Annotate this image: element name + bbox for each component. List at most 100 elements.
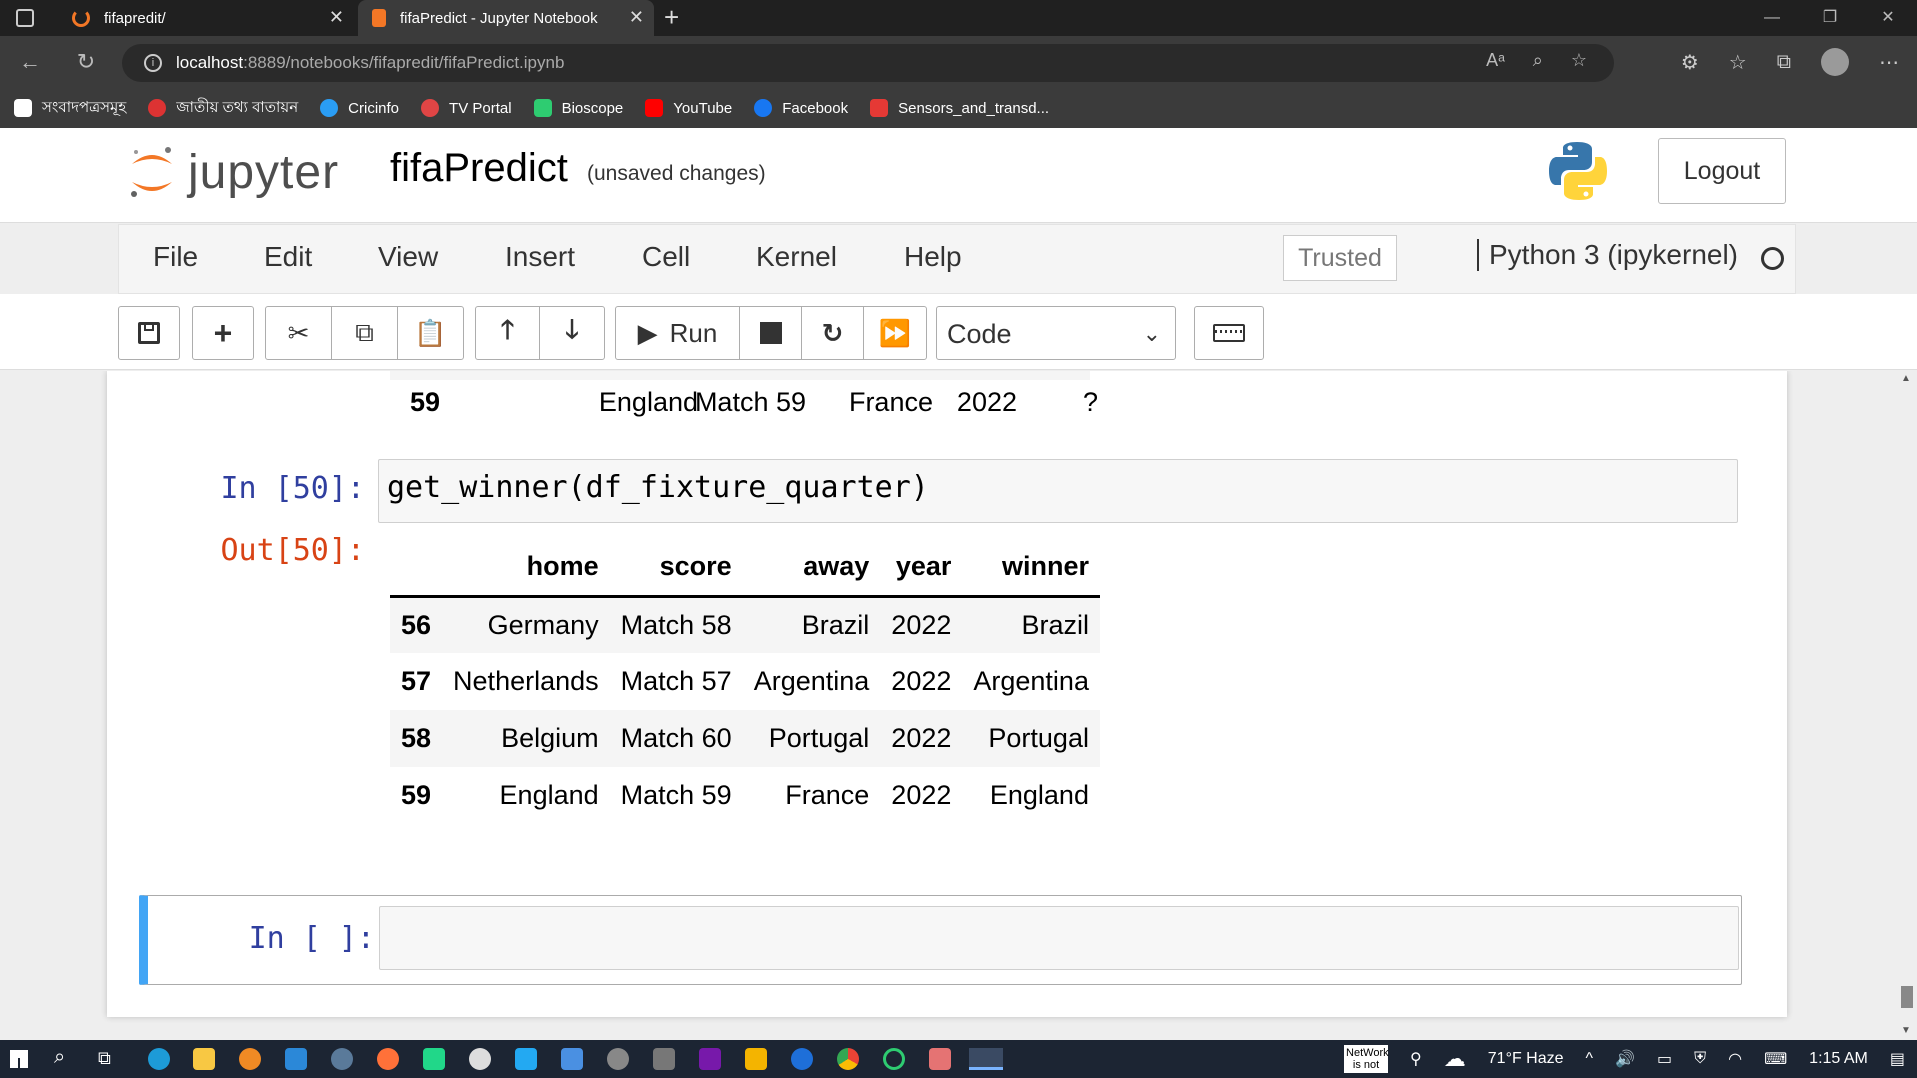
address-bar[interactable]: i localhost:8889/notebooks/fifapredit/fi… (122, 44, 1614, 82)
favorite-add-icon[interactable]: ☆ (1571, 50, 1587, 71)
cut-button[interactable]: ✂ (266, 307, 332, 359)
cell-type-select[interactable]: Code ⌄ (936, 306, 1176, 360)
paste-button[interactable]: 📋 (398, 307, 463, 359)
close-tab-icon[interactable]: ✕ (629, 7, 644, 28)
app-taskbar-icon[interactable] (929, 1048, 951, 1070)
weather-icon[interactable]: ☁ (1444, 1046, 1466, 1072)
bookmark-item[interactable]: Sensors_and_transd... (870, 99, 1049, 117)
app-taskbar-icon[interactable] (561, 1048, 583, 1070)
menu-edit[interactable]: Edit (264, 241, 312, 273)
bookmark-item[interactable]: YouTube (645, 99, 732, 117)
site-info-icon[interactable]: i (144, 54, 162, 72)
collections-icon[interactable]: ⧉ (1777, 51, 1791, 74)
tab-actions-icon[interactable] (16, 9, 34, 27)
app-taskbar-icon[interactable] (883, 1048, 905, 1070)
profile-avatar[interactable] (1821, 48, 1849, 76)
firefox-taskbar-icon[interactable] (377, 1048, 399, 1070)
kernel-name[interactable]: Python 3 (ipykernel) (1477, 239, 1738, 271)
bookmark-item[interactable]: Cricinfo (320, 99, 399, 117)
media-taskbar-icon[interactable] (607, 1048, 629, 1070)
interrupt-button[interactable] (740, 307, 802, 359)
active-app-taskbar-icon[interactable] (969, 1048, 1003, 1070)
code-input[interactable] (379, 906, 1739, 970)
wifi-icon[interactable]: ◠ (1728, 1049, 1742, 1069)
favorites-icon[interactable]: ☆ (1729, 50, 1747, 75)
steam-taskbar-icon[interactable] (331, 1048, 353, 1070)
app-taskbar-icon[interactable] (745, 1048, 767, 1070)
tray-chevron-icon[interactable]: ^ (1586, 1050, 1594, 1068)
restore-icon[interactable]: ❐ (1801, 0, 1859, 36)
file-explorer-taskbar-icon[interactable] (193, 1048, 215, 1070)
security-icon[interactable]: ⛨ (1694, 1050, 1706, 1068)
copy-button[interactable]: ⧉ (332, 307, 398, 359)
insert-cell-button[interactable]: + (193, 307, 253, 359)
scroll-up-icon[interactable]: ▲ (1901, 373, 1911, 384)
move-up-button[interactable]: 🡑 (476, 307, 540, 359)
chrome-taskbar-icon[interactable] (837, 1048, 859, 1070)
close-tab-icon[interactable]: ✕ (329, 7, 344, 28)
trusted-indicator[interactable]: Trusted (1283, 235, 1397, 281)
scroll-down-icon[interactable]: ▼ (1901, 1025, 1911, 1036)
table-cell: France (785, 780, 870, 810)
logout-button[interactable]: Logout (1658, 138, 1786, 204)
scrollbar-thumb[interactable] (1901, 986, 1913, 1008)
refresh-icon[interactable]: ↻ (68, 44, 104, 80)
page-scrollbar[interactable]: ▲ ▼ (1896, 371, 1917, 1040)
calculator-taskbar-icon[interactable] (653, 1048, 675, 1070)
code-cell-50[interactable]: In [50]: get_winner(df_fixture_quarter) … (107, 441, 1787, 810)
battery-icon[interactable]: ▭ (1657, 1049, 1672, 1069)
extensions-icon[interactable]: ⚙ (1681, 50, 1699, 75)
zoom-icon[interactable]: ⌕ (1533, 50, 1543, 71)
more-menu-icon[interactable]: ⋯ (1879, 50, 1899, 75)
menu-view[interactable]: View (378, 241, 438, 273)
pycharm-taskbar-icon[interactable] (423, 1048, 445, 1070)
move-down-button[interactable]: 🡓 (540, 307, 604, 359)
restart-icon: ↻ (821, 317, 844, 348)
onenote-taskbar-icon[interactable] (699, 1048, 721, 1070)
menu-insert[interactable]: Insert (505, 241, 575, 273)
new-tab-icon[interactable]: + (664, 2, 679, 33)
plus-icon: + (213, 314, 233, 351)
task-view-icon[interactable]: ⧉ (98, 1048, 111, 1069)
bookmark-item[interactable]: Bioscope (533, 99, 623, 117)
network-status-label[interactable]: NetWork is not (1344, 1045, 1389, 1073)
menu-kernel[interactable]: Kernel (756, 241, 837, 273)
code-cell-empty[interactable]: In [ ]: (139, 895, 1742, 985)
jupyter-logo[interactable]: jupyter (128, 142, 339, 202)
run-button[interactable]: ▶ Run (616, 307, 740, 359)
volume-icon[interactable]: 🔊 (1615, 1049, 1635, 1069)
browser-tab-fifapredit[interactable]: fifapredit/ ✕ (60, 0, 354, 36)
store-taskbar-icon[interactable] (285, 1048, 307, 1070)
close-window-icon[interactable]: ✕ (1859, 0, 1917, 36)
bookmark-item[interactable]: সংবাদপত্রসমূহ (14, 96, 126, 121)
menu-file[interactable]: File (153, 241, 198, 273)
read-aloud-icon[interactable]: Aᵃ (1486, 50, 1505, 71)
bookmark-item[interactable]: TV Portal (421, 99, 512, 117)
vscode-taskbar-icon[interactable] (515, 1048, 537, 1070)
clock[interactable]: 1:15 AM (1809, 1050, 1868, 1068)
windows-start-icon[interactable] (10, 1050, 28, 1068)
people-icon[interactable]: ⚲ (1410, 1049, 1422, 1069)
save-button[interactable] (119, 307, 179, 359)
menu-help[interactable]: Help (904, 241, 962, 273)
menu-cell[interactable]: Cell (642, 241, 690, 273)
app-taskbar-icon[interactable] (791, 1048, 813, 1070)
weather-text[interactable]: 71°F Haze (1488, 1050, 1564, 1068)
restart-run-all-button[interactable]: ⏩ (864, 307, 926, 359)
search-icon[interactable]: ⌕ (54, 1046, 65, 1069)
keyboard-tray-icon[interactable]: ⌨ (1764, 1049, 1787, 1069)
back-icon[interactable]: ← (12, 44, 48, 80)
restart-button[interactable]: ↻ (802, 307, 864, 359)
search-app-taskbar-icon[interactable] (239, 1048, 261, 1070)
edge-taskbar-icon[interactable] (148, 1048, 170, 1070)
browser-tab-fifapredict[interactable]: fifaPredict - Jupyter Notebook ✕ (358, 0, 654, 36)
maps-taskbar-icon[interactable] (469, 1048, 491, 1070)
bookmark-item[interactable]: Facebook (754, 99, 848, 117)
minimize-icon[interactable]: — (1743, 0, 1801, 36)
bookmark-item[interactable]: জাতীয় তথ্য বাতায়ন (148, 96, 298, 121)
notifications-icon[interactable]: ▤ (1890, 1049, 1905, 1069)
copy-icon: ⧉ (355, 317, 374, 347)
code-input[interactable]: get_winner(df_fixture_quarter) (378, 459, 1738, 523)
notebook-title[interactable]: fifaPredict (390, 146, 568, 191)
command-palette-button[interactable] (1195, 307, 1263, 359)
